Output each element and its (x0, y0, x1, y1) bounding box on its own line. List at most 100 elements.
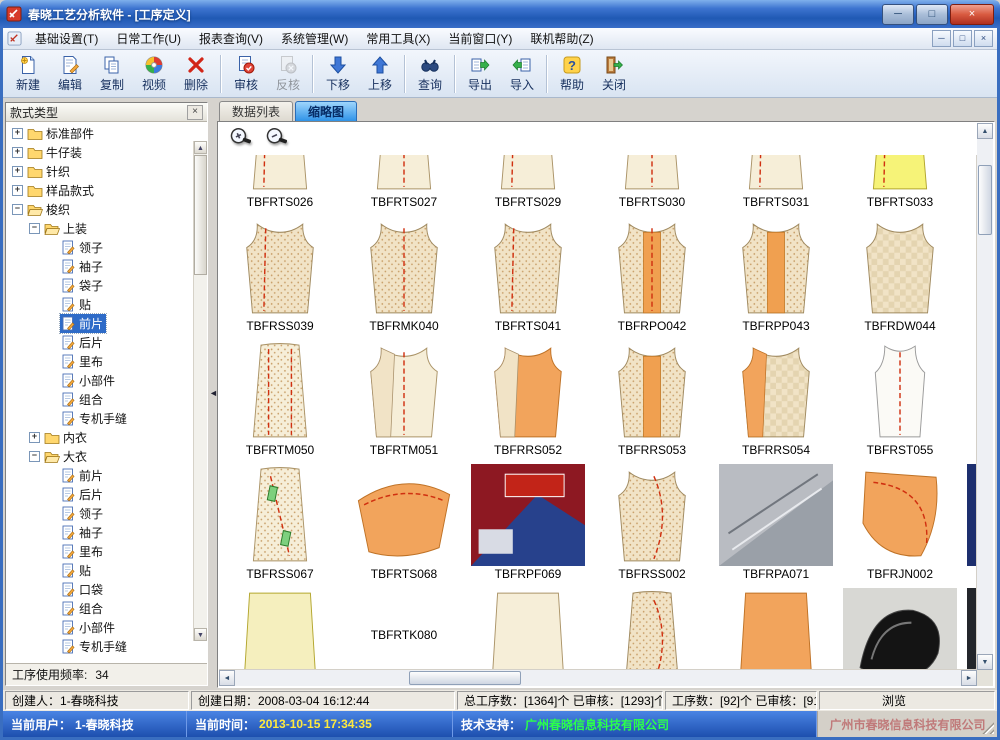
grid-cell[interactable]: TBFRSS067 (220, 464, 340, 582)
scroll-left-icon[interactable]: ◄ (219, 670, 235, 686)
move-up-button[interactable]: 上移 (359, 51, 401, 97)
tree-item[interactable]: 前片 (8, 466, 193, 485)
expand-icon[interactable]: + (12, 166, 23, 177)
mdi-restore-button[interactable]: □ (953, 30, 972, 47)
collapse-icon[interactable]: − (29, 451, 40, 462)
search-button[interactable]: 查询 (409, 51, 451, 97)
copy-button[interactable]: 复制 (91, 51, 133, 97)
grid-cell[interactable]: TBFRTM051 (344, 340, 464, 458)
scroll-down-icon[interactable]: ▼ (977, 654, 993, 670)
zoom-in-button[interactable] (228, 125, 254, 151)
exit-button[interactable]: 关闭 (593, 51, 635, 97)
tree-scrollbar[interactable]: ▲ ▼ (193, 141, 207, 641)
tab-thumbnail[interactable]: 缩略图 (295, 101, 357, 121)
vertical-scrollbar[interactable]: ▲ ▼ (976, 123, 993, 670)
tree-item[interactable]: 组合 (8, 599, 193, 618)
close-button[interactable]: × (950, 4, 994, 25)
expand-icon[interactable]: + (29, 432, 40, 443)
video-button[interactable]: 视频 (133, 51, 175, 97)
tree-item[interactable]: +标准部件 (8, 124, 193, 143)
grid-cell[interactable] (592, 588, 712, 670)
grid-cell[interactable]: TBFRTS027 (344, 152, 464, 210)
menu-item[interactable]: 常用工具(X) (357, 29, 439, 49)
grid-cell[interactable]: TBFRRS053 (592, 340, 712, 458)
collapse-icon[interactable]: − (29, 223, 40, 234)
tree-item[interactable]: 里布 (8, 352, 193, 371)
grid-cell[interactable]: TBFRDW044 (840, 216, 960, 334)
delete-button[interactable]: 删除 (175, 51, 217, 97)
tree-item[interactable]: 小部件 (8, 371, 193, 390)
minimize-button[interactable]: ─ (882, 4, 914, 25)
import-button[interactable]: 导入 (501, 51, 543, 97)
tree-item[interactable]: +针织 (8, 162, 193, 181)
tree-item[interactable]: 领子 (8, 238, 193, 257)
grid-cell[interactable]: TBFRMK040 (344, 216, 464, 334)
tree-item[interactable]: 后片 (8, 333, 193, 352)
close-panel-icon[interactable]: × (187, 105, 203, 120)
grid-cell[interactable]: TBFRTK080 (344, 588, 464, 670)
menu-item[interactable]: 日常工作(U) (107, 29, 190, 49)
tree-item[interactable]: −上装 (8, 219, 193, 238)
tree-item[interactable]: 口袋 (8, 580, 193, 599)
menu-item[interactable]: 系统管理(W) (272, 29, 357, 49)
grid-cell[interactable]: TBFRPF069 (468, 464, 588, 582)
grid-cell[interactable] (840, 588, 960, 670)
tree-item[interactable]: 小部件 (8, 618, 193, 637)
edit-button[interactable]: 编辑 (49, 51, 91, 97)
grid-cell[interactable]: TBFRRS054 (716, 340, 836, 458)
tree-scroll-down-icon[interactable]: ▼ (194, 628, 207, 641)
grid-cell[interactable]: TBFRTS033 (840, 152, 960, 210)
grid-cell[interactable]: TBFRPO042 (592, 216, 712, 334)
menu-item[interactable]: 当前窗口(Y) (439, 29, 521, 49)
tree-scroll-thumb[interactable] (194, 155, 207, 275)
splitter[interactable]: ◄ (208, 102, 217, 686)
mdi-close-button[interactable]: × (974, 30, 993, 47)
grid-cell[interactable]: TBFRTS068 (344, 464, 464, 582)
grid-cell[interactable]: TBFRST055 (840, 340, 960, 458)
grid-cell[interactable]: TBFRSS002 (592, 464, 712, 582)
grid-cell[interactable] (468, 588, 588, 670)
audit-button[interactable]: 审核 (225, 51, 267, 97)
vertical-scroll-thumb[interactable] (978, 165, 992, 235)
help-button[interactable]: ?帮助 (551, 51, 593, 97)
maximize-button[interactable]: □ (916, 4, 948, 25)
menu-item[interactable]: 基础设置(T) (26, 29, 107, 49)
expand-icon[interactable]: + (12, 147, 23, 158)
tree-item[interactable]: 袋子 (8, 276, 193, 295)
grid-cell[interactable]: TBFRTS031 (716, 152, 836, 210)
mdi-minimize-button[interactable]: ─ (932, 30, 951, 47)
tree-item[interactable]: −大衣 (8, 447, 193, 466)
grid-cell[interactable]: TBFRPP043 (716, 216, 836, 334)
grid-cell[interactable] (716, 588, 836, 670)
tree-item[interactable]: +样品款式 (8, 181, 193, 200)
grid-cell[interactable] (220, 588, 340, 670)
grid-cell[interactable]: TBFRTS030 (592, 152, 712, 210)
horizontal-scroll-thumb[interactable] (409, 671, 521, 685)
export-button[interactable]: 导出 (459, 51, 501, 97)
scroll-right-icon[interactable]: ► (961, 670, 977, 686)
grid-cell[interactable]: TBFRTS026 (220, 152, 340, 210)
tree-item[interactable]: 后片 (8, 485, 193, 504)
menu-item[interactable]: 报表查询(V) (190, 29, 272, 49)
collapse-icon[interactable]: − (12, 204, 23, 215)
expand-icon[interactable]: + (12, 128, 23, 139)
new-document-button[interactable]: 新建 (7, 51, 49, 97)
zoom-out-button[interactable] (264, 125, 290, 151)
grid-cell[interactable]: TBFRRS052 (468, 340, 588, 458)
menu-item[interactable]: 联机帮助(Z) (521, 29, 602, 49)
tree-item[interactable]: 袖子 (8, 523, 193, 542)
grid-cell[interactable]: TBFRTM050 (220, 340, 340, 458)
grid-cell[interactable]: TBFRPA071 (716, 464, 836, 582)
horizontal-scrollbar[interactable]: ◄ ► (219, 669, 977, 686)
tree-item[interactable]: 前片 (8, 314, 193, 333)
grid-cell[interactable]: TBFRSS039 (220, 216, 340, 334)
tree-item[interactable]: 专机手缝 (8, 409, 193, 428)
scroll-up-icon[interactable]: ▲ (977, 123, 993, 139)
tree-item[interactable]: 贴 (8, 295, 193, 314)
tree-scroll-up-icon[interactable]: ▲ (194, 141, 207, 154)
tree-item[interactable]: 专机手缝 (8, 637, 193, 656)
tab-data-list[interactable]: 数据列表 (219, 101, 293, 121)
grid-cell[interactable]: TBFRTS041 (468, 216, 588, 334)
tree-item[interactable]: 贴 (8, 561, 193, 580)
expand-icon[interactable]: + (12, 185, 23, 196)
